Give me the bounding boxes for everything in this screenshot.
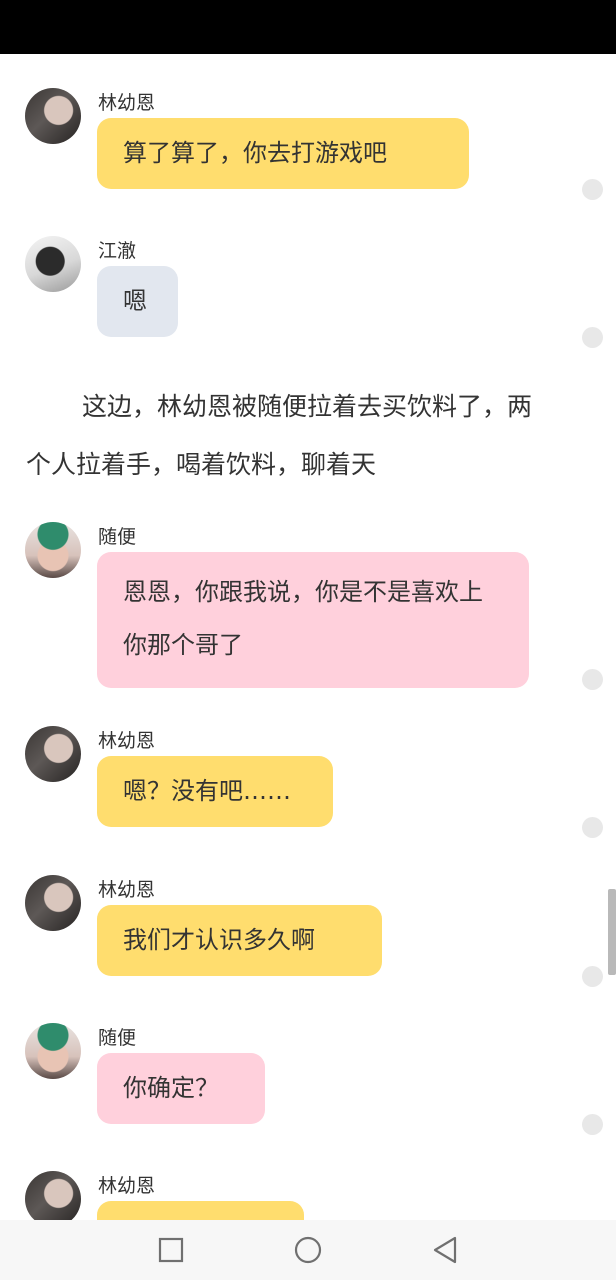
message-bubble[interactable] xyxy=(97,1201,304,1220)
lin-youen-avatar[interactable] xyxy=(25,88,81,144)
message-text: 我们才认识多久啊 xyxy=(123,926,315,954)
lin-youen-avatar[interactable] xyxy=(25,875,81,931)
message-bubble[interactable]: 嗯 xyxy=(97,266,178,337)
message-bubble[interactable]: 你确定？ xyxy=(97,1053,265,1124)
sender-name: 林幼恩 xyxy=(98,730,156,752)
sender-name: 林幼恩 xyxy=(98,92,156,114)
status-bar xyxy=(0,0,616,54)
message-text: 嗯 xyxy=(123,287,147,315)
sender-name: 随便 xyxy=(98,1027,137,1049)
recent-apps-icon[interactable] xyxy=(157,1236,185,1264)
message-status-dot xyxy=(582,179,603,200)
scrollbar-thumb[interactable] xyxy=(608,889,616,975)
sender-name: 随便 xyxy=(98,526,137,548)
lin-youen-avatar[interactable] xyxy=(25,1171,81,1220)
message-text: 你确定？ xyxy=(123,1074,219,1102)
message-bubble[interactable]: 我们才认识多久啊 xyxy=(97,905,382,976)
message-status-dot xyxy=(582,669,603,690)
jiang-che-avatar[interactable] xyxy=(25,236,81,292)
message-bubble[interactable]: 恩恩，你跟我说，你是不是喜欢上你那个哥了 xyxy=(97,552,529,688)
sender-name: 江澈 xyxy=(98,240,137,262)
message-status-dot xyxy=(582,1114,603,1135)
suibian-avatar[interactable] xyxy=(25,1023,81,1079)
back-icon[interactable] xyxy=(431,1236,459,1264)
sender-name: 林幼恩 xyxy=(98,1175,156,1197)
suibian-avatar[interactable] xyxy=(25,522,81,578)
sender-name: 林幼恩 xyxy=(98,879,156,901)
narration-text: 这边，林幼恩被随便拉着去买饮料了，两个人拉着手，喝着饮料，聊着天 xyxy=(26,392,533,479)
message-text: 嗯？没有吧…… xyxy=(123,777,291,805)
message-text: 恩恩，你跟我说，你是不是喜欢上你那个哥了 xyxy=(123,578,483,659)
lin-youen-avatar[interactable] xyxy=(25,726,81,782)
message-status-dot xyxy=(582,966,603,987)
home-icon[interactable] xyxy=(294,1236,322,1264)
message-status-dot xyxy=(582,327,603,348)
message-text: 算了算了，你去打游戏吧 xyxy=(123,139,387,167)
message-bubble[interactable]: 嗯？没有吧…… xyxy=(97,756,333,827)
message-status-dot xyxy=(582,817,603,838)
message-bubble[interactable]: 算了算了，你去打游戏吧 xyxy=(97,118,469,189)
navigation-bar xyxy=(0,1220,616,1280)
chat-scroll-area[interactable]: 林幼恩 算了算了，你去打游戏吧 江澈 嗯 这边，林幼恩被随便拉着去买饮料了，两个… xyxy=(0,54,616,1220)
